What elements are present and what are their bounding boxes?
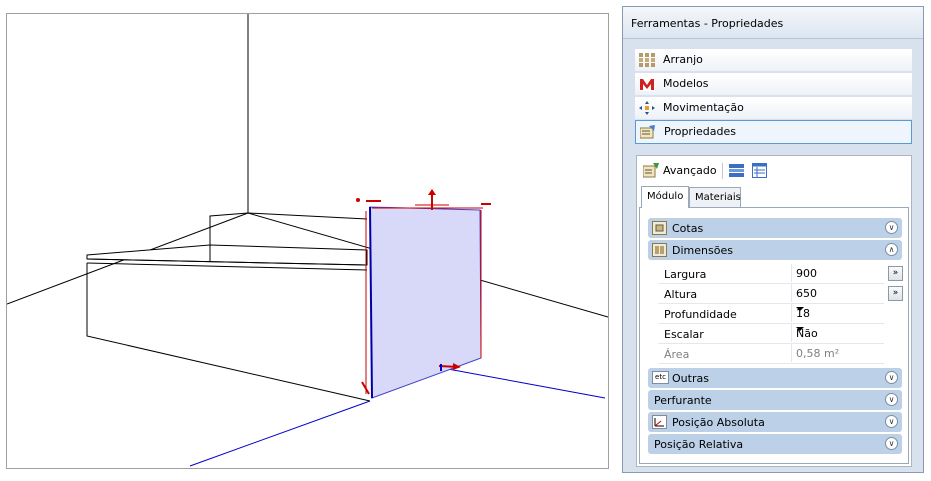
advanced-label[interactable]: Avançado (663, 164, 717, 177)
nav-item-modelos[interactable]: Modelos (635, 73, 912, 95)
largura-input[interactable]: 900 (791, 264, 885, 282)
property-value: 650 (796, 287, 817, 300)
section-label: Outras (672, 372, 709, 385)
nav-item-label: Propriedades (664, 125, 736, 138)
section-posicao-relativa[interactable]: Posição Relativa ∨ (648, 434, 902, 454)
section-label: Posição Absoluta (672, 416, 765, 429)
tab-materiais[interactable]: Materiais (689, 187, 741, 207)
dropdown-arrow-icon[interactable] (796, 327, 804, 331)
tab-modulo[interactable]: Módulo (641, 186, 689, 208)
dropdown-arrow-icon[interactable] (796, 307, 804, 311)
collapse-chevron-icon[interactable]: ∧ (885, 243, 898, 256)
cotas-icon (652, 221, 667, 235)
section-dimensoes[interactable]: Dimensões ∧ (648, 240, 902, 260)
property-row-altura: Altura 650 (658, 284, 884, 304)
expand-chevron-icon[interactable]: ∨ (885, 437, 898, 450)
nav-item-label: Modelos (663, 77, 709, 90)
property-row-area: Área 0,58 m² (658, 344, 884, 364)
tab-label: Materiais (695, 192, 741, 203)
expand-chevron-icon[interactable]: ∨ (885, 393, 898, 406)
area-value: 0,58 m² (791, 344, 885, 362)
dimensoes-icon (652, 243, 667, 257)
property-row-profundidade: Profundidade 18 (658, 304, 884, 324)
scene-drawing (7, 14, 608, 467)
categorized-view-icon[interactable] (729, 163, 744, 178)
advanced-icon[interactable] (643, 163, 659, 178)
section-posicao-absoluta[interactable]: Posição Absoluta ∨ (648, 412, 902, 432)
properties-area: Avançado Módulo Materiais Cotas ∨ Dimens… (636, 155, 912, 467)
expand-chevron-icon[interactable]: ∨ (885, 415, 898, 428)
tab-label: Módulo (647, 191, 684, 202)
nav-item-label: Arranjo (663, 53, 703, 66)
front-cabinet (86, 263, 371, 402)
property-value: 0,58 m² (796, 347, 840, 360)
modulo-tab-content: Cotas ∨ Dimensões ∧ Largura 900 » Altura (639, 207, 909, 464)
nav-item-label: Movimentação (663, 101, 744, 114)
list-view-icon[interactable] (752, 163, 767, 178)
section-label: Cotas (672, 222, 704, 235)
section-perfurante[interactable]: Perfurante ∨ (648, 390, 902, 410)
property-row-escalar: Escalar Não (658, 324, 884, 344)
altura-expand-button[interactable]: » (888, 286, 903, 301)
arranjo-grid-icon (639, 53, 655, 67)
properties-icon (640, 125, 655, 139)
largura-expand-button[interactable]: » (888, 266, 903, 281)
expand-chevron-icon[interactable]: ∨ (885, 221, 898, 234)
altura-input[interactable]: 650 (791, 284, 885, 302)
section-cotas[interactable]: Cotas ∨ (648, 218, 902, 238)
property-name: Escalar (664, 328, 704, 341)
3d-viewport[interactable] (6, 13, 609, 469)
properties-toolbar: Avançado (637, 156, 911, 186)
panel-title: Ferramentas - Propriedades (631, 17, 784, 30)
property-name: Área (664, 348, 690, 361)
blue-axis-x (189, 400, 371, 467)
move-arrows-icon (639, 101, 655, 115)
escalar-select[interactable]: Não (791, 324, 885, 342)
property-name: Largura (664, 268, 707, 281)
xyz-axes-icon (652, 415, 667, 429)
nav-item-propriedades[interactable]: Propriedades (635, 120, 912, 144)
selected-panel (369, 206, 482, 399)
section-label: Dimensões (672, 244, 733, 257)
section-label: Posição Relativa (654, 438, 744, 451)
blue-axis-z (436, 366, 606, 399)
expand-chevron-icon[interactable]: ∨ (885, 371, 898, 384)
gizmo-handle-left (356, 198, 360, 202)
modelos-m-icon (639, 77, 655, 91)
property-name: Altura (664, 288, 698, 301)
property-value: 900 (796, 267, 817, 280)
tools-properties-panel: Ferramentas - Propriedades Arranjo Model… (622, 6, 924, 473)
nav-item-arranjo[interactable]: Arranjo (635, 49, 912, 71)
profundidade-select[interactable]: 18 (791, 304, 885, 322)
etc-icon: etc (652, 371, 669, 384)
toolbar-separator (722, 163, 723, 179)
nav-item-movimentacao[interactable]: Movimentação (635, 97, 912, 119)
panel-title-bar[interactable]: Ferramentas - Propriedades (623, 7, 923, 39)
property-name: Profundidade (664, 308, 737, 321)
section-label: Perfurante (654, 394, 712, 407)
property-row-largura: Largura 900 (658, 264, 884, 284)
section-outras[interactable]: etc Outras ∨ (648, 368, 902, 388)
